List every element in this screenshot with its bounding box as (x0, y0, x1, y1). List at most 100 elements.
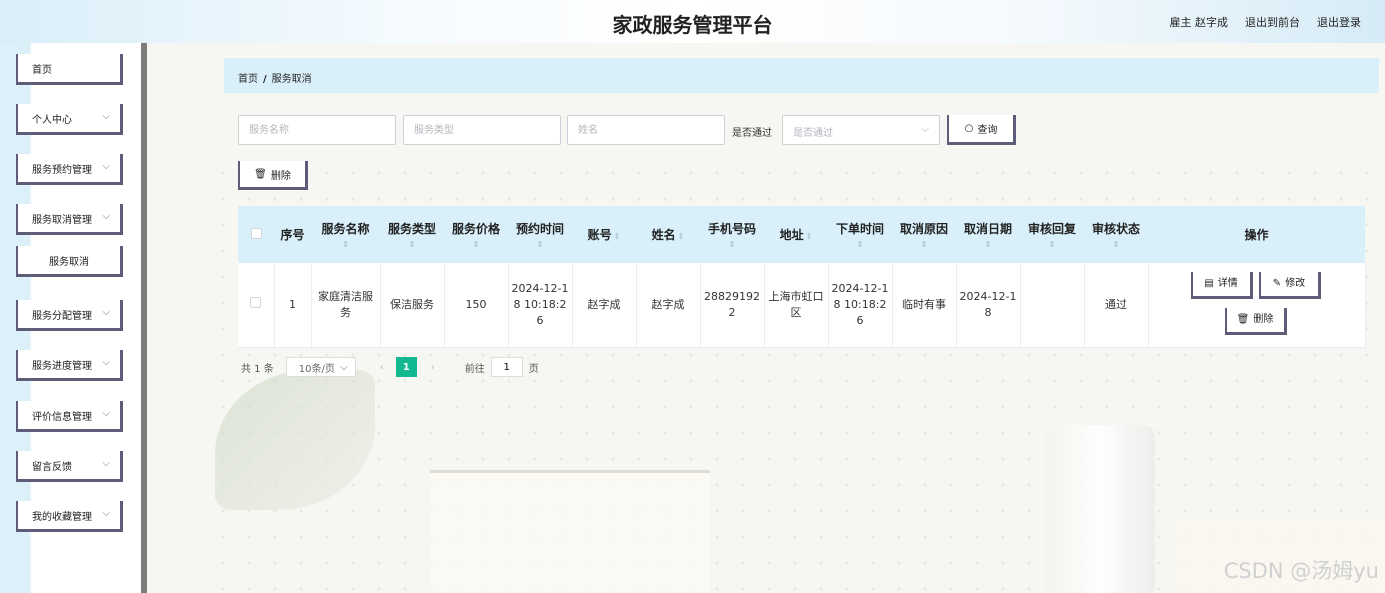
background-decor-box (430, 470, 710, 593)
next-page-icon[interactable]: › (423, 362, 443, 373)
row-checkbox[interactable] (250, 297, 262, 308)
col-header-account[interactable]: 账号 ⇕ (572, 206, 636, 263)
data-table: 序号 服务名称 ⇕ 服务类型 ⇕ 服务价格 ⇕ 预约时间 ⇕ 账号 ⇕ 姓名 ⇕ 手机号码 ⇕… (238, 206, 1366, 348)
search-button[interactable]: ○ 查询 (947, 115, 1016, 145)
service-type-input[interactable] (403, 115, 561, 145)
chevron-down-icon: ⌵ (102, 307, 110, 318)
sidebar-item-label: 我的收藏管理 (32, 511, 92, 523)
sidebar-item-personal-center[interactable]: 个人中心 ⌵ (16, 104, 123, 135)
batch-delete-label: 删除 (270, 170, 291, 182)
detail-button-label: 详情 (1217, 278, 1238, 289)
breadcrumb: 首页 / 服务取消 (224, 58, 1379, 93)
table-header-row: 序号 服务名称 ⇕ 服务类型 ⇕ 服务价格 ⇕ 预约时间 ⇕ 账号 ⇕ 姓名 ⇕ 手机号码 ⇕… (238, 206, 1365, 263)
col-header-name[interactable]: 姓名 ⇕ (636, 206, 700, 263)
col-header-review-reply[interactable]: 审核回复 ⇕ (1020, 206, 1084, 263)
col-header-service-price[interactable]: 服务价格 ⇕ (444, 206, 508, 263)
col-header-review-status[interactable]: 审核状态 ⇕ (1084, 206, 1148, 263)
pass-filter-label: 是否通过 (732, 128, 772, 139)
sort-icon[interactable]: ⇕ (830, 240, 890, 249)
search-button-label: 查询 (977, 125, 998, 136)
chevron-down-icon: ⌵ (102, 161, 110, 172)
background-decor-cylinder (1045, 425, 1155, 593)
chevron-down-icon: ⌵ (340, 361, 348, 373)
col-header-cancel-reason[interactable]: 取消原因 ⇕ (892, 206, 956, 263)
sort-icon[interactable]: ⇕ (614, 232, 621, 241)
edit-button-label: 修改 (1285, 278, 1306, 289)
sort-icon[interactable]: ⇕ (313, 240, 378, 249)
sidebar-item-booking-management[interactable]: 服务预约管理 ⌵ (16, 154, 123, 185)
sidebar-item-review-management[interactable]: 评价信息管理 ⌵ (16, 401, 123, 432)
chevron-up-icon: ⌵ (102, 211, 110, 222)
breadcrumb-home[interactable]: 首页 (238, 74, 258, 85)
col-header-service-type[interactable]: 服务类型 ⇕ (380, 206, 444, 263)
sidebar-item-cancel-management[interactable]: 服务取消管理 ⌵ (16, 204, 123, 235)
sidebar-subitem-service-cancel[interactable]: 服务取消 (16, 246, 123, 277)
sidebar-item-label: 服务预约管理 (32, 164, 92, 176)
logout-link[interactable]: 退出登录 (1317, 14, 1361, 30)
sort-icon[interactable]: ⇕ (894, 240, 954, 249)
row-actions: ▤ 详情 ✎ 修改 🗑 删除 (1149, 263, 1365, 347)
page-number-current[interactable]: 1 (395, 357, 417, 377)
sidebar-item-label: 服务取消 (49, 256, 89, 268)
col-header-phone[interactable]: 手机号码 ⇕ (700, 206, 764, 263)
sort-icon[interactable]: ⇕ (678, 232, 685, 241)
prev-page-icon[interactable]: ‹ (372, 362, 392, 373)
cell-index: 1 (274, 263, 312, 348)
detail-button[interactable]: ▤ 详情 (1190, 272, 1253, 299)
col-header-service-name[interactable]: 服务名称 ⇕ (311, 206, 380, 263)
sidebar-item-assignment-management[interactable]: 服务分配管理 ⌵ (16, 300, 123, 331)
sidebar-item-favorites-management[interactable]: 我的收藏管理 ⌵ (16, 501, 123, 532)
col-header-cancel-date[interactable]: 取消日期 ⇕ (956, 206, 1020, 263)
back-to-front-link[interactable]: 退出到前台 (1245, 14, 1300, 30)
sort-icon[interactable]: ⇕ (382, 240, 442, 249)
select-all-cell[interactable] (238, 206, 274, 263)
cell-address: 上海市虹口区 (764, 263, 829, 348)
trash-icon: 🗑 (1236, 314, 1250, 325)
sort-icon[interactable]: ⇕ (1022, 240, 1082, 249)
col-header-booking-time[interactable]: 预约时间 ⇕ (508, 206, 572, 263)
col-header-actions: 操作 (1148, 206, 1365, 263)
top-header: 家政服务管理平台 雇主 赵字成 退出到前台 退出登录 (0, 0, 1385, 43)
breadcrumb-current: 服务取消 (271, 74, 312, 85)
cell-cancel-reason: 临时有事 (892, 263, 957, 348)
cell-actions: ▤ 详情 ✎ 修改 🗑 删除 (1148, 263, 1366, 348)
name-input[interactable] (567, 115, 725, 145)
row-delete-button[interactable]: 🗑 删除 (1224, 308, 1287, 335)
cell-order-time: 2024-12-18 10:18:26 (828, 263, 893, 348)
sort-icon[interactable]: ⇕ (1086, 240, 1146, 249)
edit-icon: ✎ (1272, 278, 1282, 289)
sort-icon[interactable]: ⇕ (702, 240, 762, 249)
col-header-order-time[interactable]: 下单时间 ⇕ (828, 206, 892, 263)
goto-label: 前往 (464, 363, 485, 375)
watermark: CSDN @汤姆yu (1223, 559, 1379, 583)
breadcrumb-separator: / (263, 74, 267, 85)
sidebar-item-feedback[interactable]: 留言反馈 ⌵ (16, 451, 123, 482)
page-unit-label: 页 (528, 363, 539, 375)
col-header-address[interactable]: 地址 ⇕ (764, 206, 828, 263)
header-actions: 雇主 赵字成 退出到前台 退出登录 (1170, 14, 1362, 30)
row-select-cell[interactable] (238, 263, 275, 348)
select-all-checkbox[interactable] (250, 227, 262, 239)
sort-icon[interactable]: ⇕ (446, 240, 506, 249)
sidebar-item-home[interactable]: 首页 (16, 54, 123, 85)
pagination: 共 1 条 10条/页 ⌵ ‹ 1 › 前往 页 (241, 357, 539, 377)
service-name-input[interactable] (238, 115, 396, 145)
sort-icon[interactable]: ⇕ (510, 240, 570, 249)
chevron-down-icon: ⌵ (921, 124, 929, 135)
cell-phone: 288291922 (700, 263, 765, 348)
batch-delete-button[interactable]: 🗑 删除 (238, 161, 308, 190)
page-size-select[interactable]: 10条/页 ⌵ (285, 357, 356, 377)
chevron-down-icon: ⌵ (102, 508, 110, 519)
sidebar-item-progress-management[interactable]: 服务进度管理 ⌵ (16, 350, 123, 381)
pass-filter-select[interactable]: 是否通过 ⌵ (782, 115, 940, 145)
row-delete-label: 删除 (1253, 314, 1274, 325)
sort-icon[interactable]: ⇕ (958, 240, 1018, 249)
pass-filter-placeholder: 是否通过 (793, 128, 833, 139)
current-user: 雇主 赵字成 (1169, 16, 1229, 29)
document-icon: ▤ (1204, 278, 1214, 289)
goto-page-input[interactable] (490, 357, 523, 377)
col-header-index: 序号 (274, 206, 311, 263)
sort-icon[interactable]: ⇕ (806, 232, 813, 241)
sidebar-item-label: 个人中心 (32, 114, 72, 126)
edit-button[interactable]: ✎ 修改 (1258, 272, 1321, 299)
